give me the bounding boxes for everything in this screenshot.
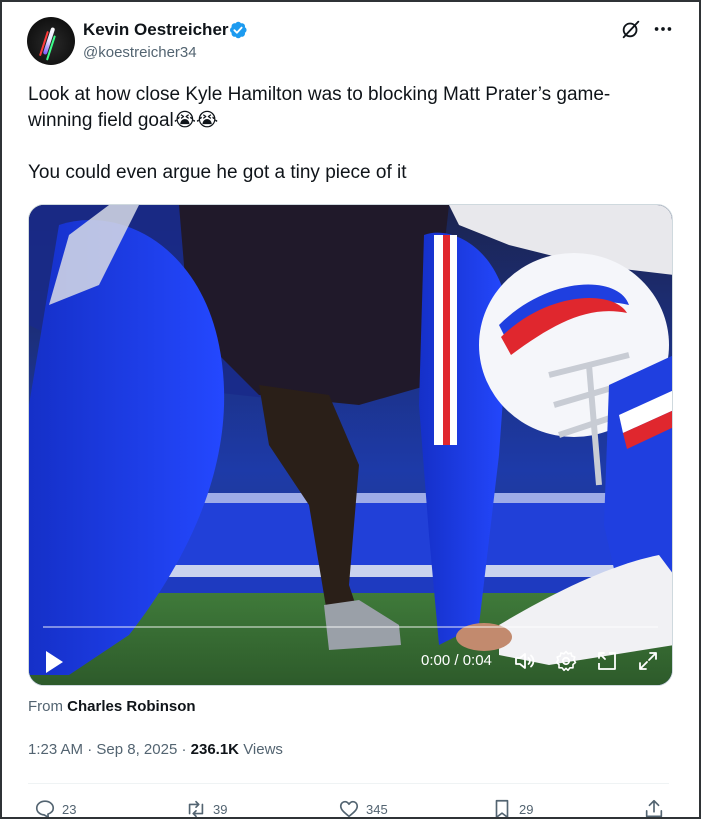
share-icon xyxy=(645,799,663,817)
tweet-text-line: Look at how close Kyle Hamilton was to b… xyxy=(28,84,611,131)
divider xyxy=(28,783,669,784)
reply-icon xyxy=(35,800,55,817)
like-button[interactable]: 345 xyxy=(338,797,388,817)
tweet-time[interactable]: 1:23 AM xyxy=(28,741,83,758)
video-frame xyxy=(29,205,672,685)
grok-icon[interactable] xyxy=(620,18,642,40)
tweet-text-line: You could even argue he got a tiny piece… xyxy=(28,162,407,183)
bookmark-count: 29 xyxy=(519,801,534,817)
bookmark-button[interactable]: 29 xyxy=(491,797,534,817)
video-progress-bar[interactable] xyxy=(43,626,658,628)
tweet-meta: 1:23 AM · Sep 8, 2025 · 236.1K Views xyxy=(28,741,283,758)
author-avatar[interactable] xyxy=(27,17,75,65)
fullscreen-icon[interactable] xyxy=(636,649,660,673)
attribution-name[interactable]: Charles Robinson xyxy=(67,698,195,715)
media-attribution: From Charles Robinson xyxy=(28,698,196,715)
video-player[interactable]: 0:00 / 0:04 xyxy=(28,204,673,686)
play-icon[interactable] xyxy=(43,649,65,675)
verified-badge-icon[interactable] xyxy=(228,20,248,40)
avatar-logo xyxy=(42,27,56,55)
tweet-card: Kevin Oestreicher @koestreicher34 Look a… xyxy=(0,0,701,819)
settings-icon[interactable] xyxy=(554,649,578,673)
video-time: 0:00 / 0:04 xyxy=(421,652,492,669)
picture-in-picture-icon[interactable] xyxy=(595,649,619,673)
views-count: 236.1K xyxy=(190,741,240,758)
heart-icon xyxy=(339,800,359,817)
tweet-text: Look at how close Kyle Hamilton was to b… xyxy=(28,82,668,186)
author-display-name[interactable]: Kevin Oestreicher xyxy=(83,20,229,40)
repost-icon xyxy=(188,800,204,817)
repost-button[interactable]: 39 xyxy=(185,797,228,817)
attribution-prefix: From xyxy=(28,698,63,715)
more-icon[interactable] xyxy=(652,18,674,40)
tweet-date[interactable]: Sep 8, 2025 xyxy=(96,741,177,758)
views-label: Views xyxy=(243,741,283,758)
repost-count: 39 xyxy=(213,801,228,817)
author-handle[interactable]: @koestreicher34 xyxy=(83,44,197,61)
reply-count: 23 xyxy=(62,801,77,817)
meta-separator: · xyxy=(87,741,93,758)
volume-icon[interactable] xyxy=(513,649,537,673)
reply-button[interactable]: 23 xyxy=(34,797,77,817)
bookmark-icon xyxy=(495,799,509,817)
meta-separator: · xyxy=(181,741,187,758)
share-button[interactable] xyxy=(643,797,665,817)
like-count: 345 xyxy=(366,801,388,817)
